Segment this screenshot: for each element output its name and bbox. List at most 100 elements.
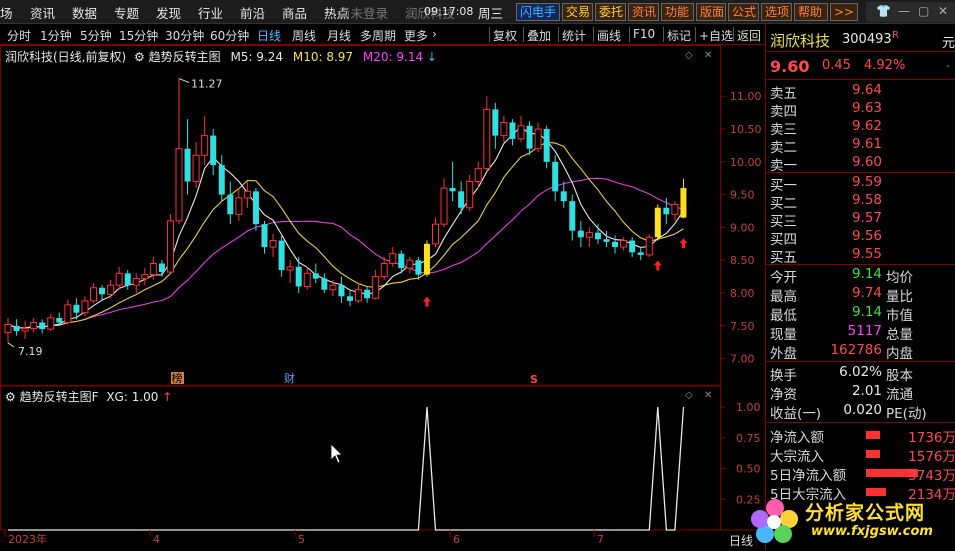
tool-button[interactable]: 闪电手	[516, 3, 560, 21]
ask-row[interactable]: 卖五 9.64	[770, 82, 955, 102]
candle-body	[663, 207, 670, 215]
divider	[766, 264, 955, 265]
chart-tool-button[interactable]: 返回	[737, 27, 761, 44]
tool-button[interactable]: 交易	[562, 3, 593, 21]
chart-tool-button[interactable]: 统计	[562, 27, 586, 44]
tool-button[interactable]: 版面	[696, 3, 726, 21]
bid-label: 买三	[770, 214, 797, 230]
tool-button[interactable]: 公式	[728, 3, 759, 21]
ask-row[interactable]: 卖二 9.61	[770, 136, 955, 156]
candle-body	[312, 273, 319, 279]
tool-separator	[733, 27, 734, 42]
shirt-icon[interactable]: 👕	[876, 4, 891, 18]
sub-close-icon: ✕	[704, 390, 712, 401]
period-tab[interactable]: 分时	[7, 27, 31, 44]
ask-row[interactable]: 卖四 9.63	[770, 100, 955, 120]
tool-button[interactable]: 选项	[761, 3, 792, 21]
candle-body	[39, 322, 46, 330]
candle-body	[569, 201, 576, 231]
weekday: 周三	[478, 6, 504, 21]
more-chevron-icon[interactable]: ›	[432, 27, 437, 41]
candle-body	[227, 194, 234, 215]
flow-bar	[866, 450, 880, 458]
period-tab[interactable]: 1分钟	[40, 27, 72, 44]
menu-market[interactable]: 场	[0, 3, 13, 22]
chart-tool-button[interactable]: 画线	[597, 27, 621, 44]
login-status[interactable]: 尚未登录	[338, 3, 388, 22]
candle-body	[141, 274, 149, 280]
stat2-label2: PE(动)	[886, 406, 927, 422]
tool-button[interactable]: 委托	[595, 3, 626, 21]
stock-code-flag: R	[892, 30, 899, 41]
bid-price: 9.57	[851, 210, 882, 226]
tool-button[interactable]: >>	[830, 3, 858, 21]
bid-row[interactable]: 买二 9.58	[770, 192, 955, 212]
ma20-line	[7, 177, 684, 329]
tool-button[interactable]: 资讯	[628, 3, 659, 21]
period-tab[interactable]: 5分钟	[80, 27, 112, 44]
candle-body	[149, 262, 157, 276]
candle-body	[406, 259, 414, 269]
chart-tool-button[interactable]: 叠加	[527, 27, 551, 44]
period-tab[interactable]: 15分钟	[119, 27, 158, 44]
candle-body	[218, 165, 225, 195]
period-tab[interactable]: 30分钟	[165, 27, 204, 44]
chart-tool-button[interactable]: 复权	[493, 27, 517, 44]
bid-row[interactable]: 买五 9.55	[770, 246, 955, 266]
close-icon[interactable]: ✕	[938, 4, 948, 18]
candle-body	[603, 239, 610, 242]
menu-data[interactable]: 数据	[72, 3, 97, 22]
tool-button[interactable]: 功能	[661, 3, 694, 21]
tool-button[interactable]: 帮助	[794, 3, 828, 21]
stat2-row: 收益(一) 0.020 PE(动)	[770, 402, 955, 422]
candle-body	[243, 190, 251, 199]
period-tab[interactable]: 日线	[257, 27, 281, 44]
period-tab[interactable]: 多周期	[360, 27, 396, 44]
bid-row[interactable]: 买三 9.57	[770, 210, 955, 230]
legend-indicator[interactable]: 趋势反转主图	[149, 50, 221, 64]
candle-body	[389, 253, 397, 264]
stat2-value: 2.01	[851, 383, 882, 399]
legend-arrow-down-icon: ↓	[426, 50, 437, 64]
sub-legend: ⚙ 趋势反转主图F XG: 1.00 ↑	[5, 388, 172, 405]
candle-body	[577, 230, 584, 238]
period-tab[interactable]: 月线	[327, 27, 351, 44]
bid-row[interactable]: 买一 9.59	[770, 174, 955, 194]
ask-row[interactable]: 卖三 9.62	[770, 118, 955, 138]
side-mark: -	[946, 61, 950, 72]
chart-tool-button[interactable]: 标记	[667, 27, 691, 44]
bid-row[interactable]: 买四 9.56	[770, 228, 955, 248]
sub-gear-icon[interactable]: ⚙	[5, 390, 16, 404]
flow-label: 大宗流入	[770, 449, 824, 465]
menu-news[interactable]: 资讯	[30, 3, 55, 22]
candle-body	[500, 121, 508, 137]
ask-row[interactable]: 卖一 9.60	[770, 154, 955, 174]
candle-body	[115, 272, 123, 286]
minimize-icon[interactable]: —	[898, 4, 910, 18]
legend-gear-icon[interactable]: ⚙	[134, 50, 145, 64]
period-tab[interactable]: 更多	[404, 27, 428, 44]
bid-label: 买四	[770, 232, 797, 248]
sub-indicator[interactable]: 趋势反转主图F	[20, 390, 99, 404]
menu-frontier[interactable]: 前沿	[240, 3, 265, 22]
menu-commodity[interactable]: 商品	[282, 3, 307, 22]
candle-body	[458, 191, 465, 208]
candle-body	[654, 207, 661, 238]
candle-body	[286, 266, 294, 271]
period-tab[interactable]: 60分钟	[210, 27, 249, 44]
period-tab[interactable]: 周线	[292, 27, 316, 44]
stat-value: 5117	[847, 323, 882, 339]
menu-topics[interactable]: 专题	[114, 3, 139, 22]
stat2-row: 净资 2.01 流通	[770, 383, 955, 403]
chart-tool-button[interactable]: F10	[633, 27, 655, 41]
candle-body	[166, 220, 174, 273]
menu-industry[interactable]: 行业	[198, 3, 223, 22]
candle-body	[612, 241, 619, 248]
buy-arrow-icon	[679, 238, 688, 249]
menu-discover[interactable]: 发现	[156, 3, 181, 22]
kline-chart[interactable]: 11.00 10.50 10.00 9.50 9.00 8.50 8.00 7.50 7.00 1…	[0, 45, 765, 551]
chart-tool-button[interactable]: +自选	[699, 27, 733, 44]
maximize-icon[interactable]: ▢	[918, 4, 929, 18]
candle-body	[201, 135, 209, 156]
stat2-label: 净资	[770, 387, 797, 403]
